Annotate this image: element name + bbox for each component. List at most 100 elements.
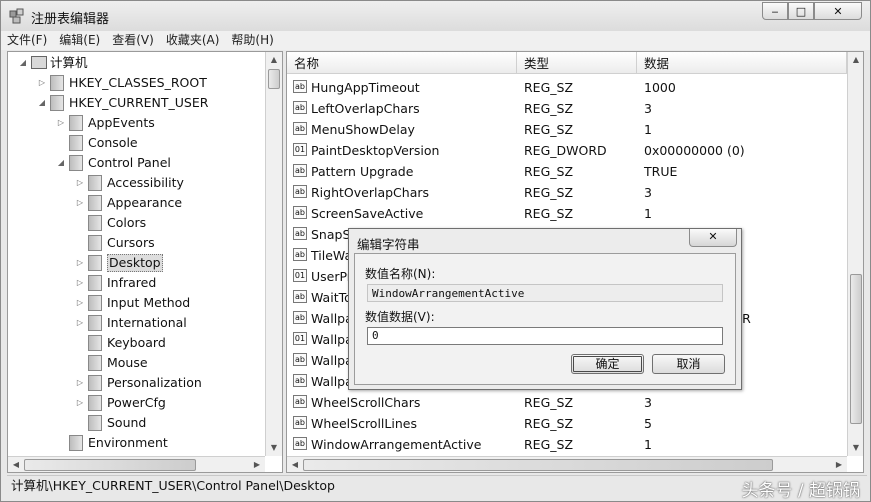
table-row[interactable]: ab RightOverlapChars REG_SZ 3 (287, 182, 847, 203)
table-row[interactable]: 01 PaintDesktopVersion REG_DWORD 0x00000000… (287, 140, 847, 161)
table-row[interactable]: ab WindowArrangementActive REG_SZ 1 (287, 434, 847, 455)
maximize-button[interactable]: □ (788, 2, 814, 20)
expand-arrow-icon[interactable]: ▷ (75, 373, 85, 393)
expand-arrow-icon[interactable]: ▷ (56, 113, 66, 133)
table-row[interactable]: ab MenuShowDelay REG_SZ 1 (287, 119, 847, 140)
expand-arrow-icon[interactable]: ▷ (75, 273, 85, 293)
scroll-left-icon[interactable]: ◀ (287, 457, 303, 472)
menu-file[interactable]: 文件(F) (1, 31, 53, 50)
title-bar: 注册表编辑器 ‒ □ ✕ (1, 1, 870, 31)
collapse-arrow-icon[interactable]: ◢ (18, 53, 28, 73)
dialog-close-button[interactable]: ✕ (689, 229, 737, 247)
table-row[interactable]: ab Pattern Upgrade REG_SZ TRUE (287, 161, 847, 182)
menu-edit[interactable]: 编辑(E) (53, 31, 106, 50)
tree-item[interactable]: ▷ Accessibility (8, 173, 264, 193)
value-type-cell: REG_SZ (524, 164, 574, 179)
tree-vertical-scrollbar[interactable]: ▲ ▼ (265, 52, 282, 456)
tree-item-label: Mouse (107, 355, 148, 370)
tree-item[interactable]: Console (8, 133, 264, 153)
value-data-input[interactable]: 0 (367, 327, 723, 345)
table-row[interactable]: ab HungAppTimeout REG_SZ 1000 (287, 77, 847, 98)
scroll-left-icon[interactable]: ◀ (8, 457, 24, 472)
expand-arrow-icon[interactable]: ▷ (75, 253, 85, 273)
expand-arrow-icon[interactable]: ▷ (75, 313, 85, 333)
regedit-app-icon (9, 8, 24, 24)
tree-item[interactable]: ▷ Infrared (8, 273, 264, 293)
tree-item[interactable]: ▷ PowerCfg (8, 393, 264, 413)
string-value-icon: ab (293, 416, 307, 429)
tree-item[interactable]: ▷ Input Method (8, 293, 264, 313)
tree-item[interactable]: Mouse (8, 353, 264, 373)
string-value-icon: ab (293, 311, 307, 324)
tree-item[interactable]: Keyboard (8, 333, 264, 353)
maximize-icon: □ (795, 5, 807, 18)
expand-arrow-icon[interactable]: ▷ (75, 393, 85, 413)
binary-value-icon: 01 (293, 269, 307, 282)
cancel-button[interactable]: 取消 (652, 354, 725, 374)
tree-horizontal-scrollbar[interactable]: ◀ ▶ (8, 456, 265, 472)
dialog-title: 编辑字符串 (357, 237, 420, 252)
list-vscroll-thumb[interactable] (850, 274, 862, 424)
tree-item[interactable]: ▷ HKEY_CLASSES_ROOT (8, 73, 264, 93)
tree-item[interactable]: Sound (8, 413, 264, 433)
scroll-right-icon[interactable]: ▶ (249, 457, 265, 472)
tree-item-label: Colors (107, 215, 147, 230)
folder-icon (88, 395, 102, 411)
window-title: 注册表编辑器 (31, 12, 110, 27)
folder-icon (88, 335, 102, 351)
tree-item[interactable]: ▷ Personalization (8, 373, 264, 393)
column-header-type[interactable]: 类型 (517, 52, 637, 74)
list-horizontal-scrollbar[interactable]: ◀ ▶ (287, 456, 847, 472)
edit-string-dialog: 编辑字符串 ✕ 数值名称(N): WindowArrangementActive… (348, 228, 742, 390)
expand-arrow-icon[interactable]: ▷ (75, 173, 85, 193)
folder-icon (50, 75, 64, 91)
tree-item[interactable]: ◢ Control Panel (8, 153, 264, 173)
table-row[interactable]: ab LeftOverlapChars REG_SZ 3 (287, 98, 847, 119)
column-header-name[interactable]: 名称 (287, 52, 517, 74)
key-tree-pane[interactable]: ◢ 计算机 ▷ HKEY_CLASSES_ROOT ◢ HKEY_CURRENT_USER… (7, 51, 283, 473)
tree-item-label: Control Panel (88, 155, 171, 170)
table-row[interactable]: ab WheelScrollChars REG_SZ 3 (287, 392, 847, 413)
tree-item[interactable]: ◢ HKEY_CURRENT_USER (8, 93, 264, 113)
table-row[interactable]: ab ScreenSaveActive REG_SZ 1 (287, 203, 847, 224)
tree-item[interactable]: Environment (8, 433, 264, 453)
tree-item[interactable]: Cursors (8, 233, 264, 253)
menu-view[interactable]: 查看(V) (106, 31, 160, 50)
scroll-up-icon[interactable]: ▲ (848, 52, 863, 68)
close-button[interactable]: ✕ (814, 2, 862, 20)
tree-item[interactable]: ▷ Desktop (8, 253, 264, 273)
tree-item[interactable]: ▷ Appearance (8, 193, 264, 213)
collapse-arrow-icon[interactable]: ◢ (56, 153, 66, 173)
string-value-icon: ab (293, 290, 307, 303)
expand-arrow-icon[interactable]: ▷ (75, 193, 85, 213)
expand-arrow-icon[interactable]: ▷ (75, 293, 85, 313)
expand-arrow-icon[interactable]: ▷ (37, 73, 47, 93)
string-value-icon: ab (293, 395, 307, 408)
value-type-cell: REG_SZ (524, 395, 574, 410)
scroll-right-icon[interactable]: ▶ (831, 457, 847, 472)
column-header-data[interactable]: 数据 (637, 52, 847, 74)
scroll-up-icon[interactable]: ▲ (266, 52, 282, 68)
list-hscroll-thumb[interactable] (303, 459, 773, 471)
scroll-down-icon[interactable]: ▼ (266, 440, 282, 456)
tree-item[interactable]: ▷ International (8, 313, 264, 333)
tree-item[interactable]: ◢ 计算机 (8, 53, 264, 73)
value-name-label: 数值名称(N): (365, 267, 436, 281)
tree-hscroll-thumb[interactable] (24, 459, 196, 471)
tree-item-label: International (107, 315, 187, 330)
scroll-down-icon[interactable]: ▼ (848, 440, 863, 456)
minimize-button[interactable]: ‒ (762, 2, 788, 20)
value-type-cell: REG_DWORD (524, 143, 607, 158)
table-row[interactable]: ab WheelScrollLines REG_SZ 5 (287, 413, 847, 434)
list-vertical-scrollbar[interactable]: ▲ ▼ (847, 52, 863, 456)
tree-item[interactable]: Colors (8, 213, 264, 233)
menu-help[interactable]: 帮助(H) (225, 31, 279, 50)
tree-item-label: 计算机 (50, 55, 88, 70)
value-name-cell: Wallpa (311, 353, 353, 368)
collapse-arrow-icon[interactable]: ◢ (37, 93, 47, 113)
ok-button[interactable]: 确定 (571, 354, 644, 374)
menu-favorites[interactable]: 收藏夹(A) (160, 31, 226, 50)
tree-item[interactable]: ▷ AppEvents (8, 113, 264, 133)
tree-vscroll-thumb[interactable] (268, 69, 280, 89)
menu-bar: 文件(F) 编辑(E) 查看(V) 收藏夹(A) 帮助(H) (1, 31, 870, 50)
